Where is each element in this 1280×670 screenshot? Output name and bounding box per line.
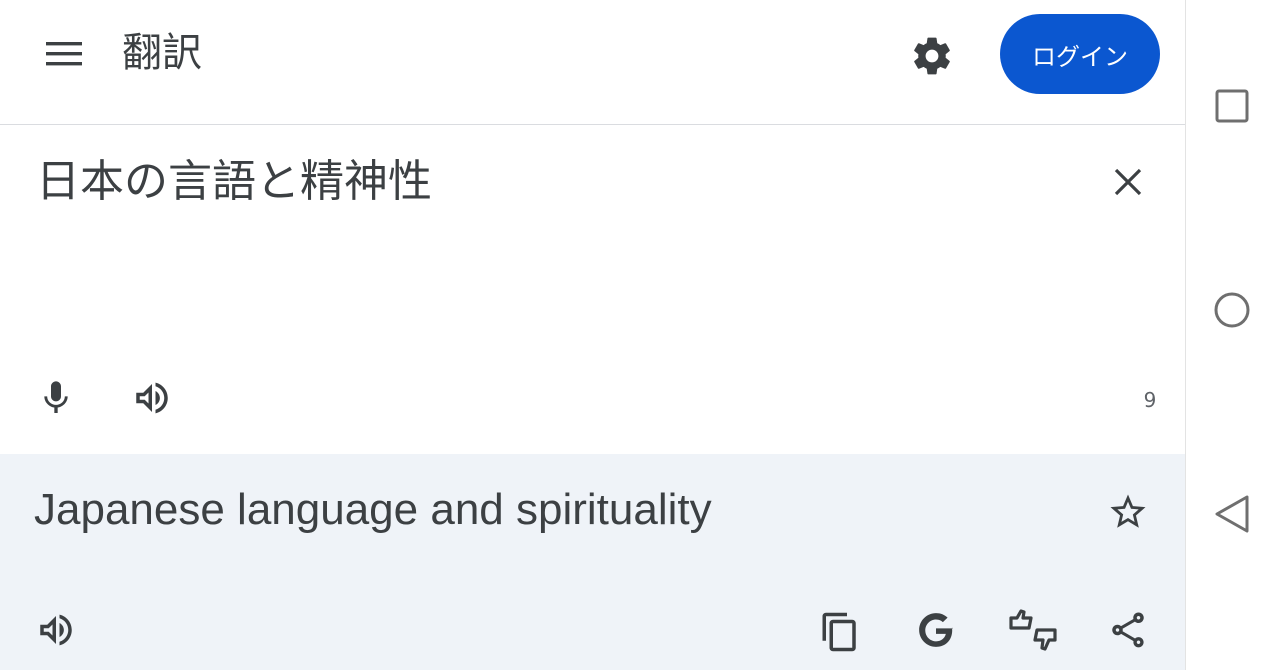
back-triangle-icon [1215, 495, 1249, 533]
page-title: 翻訳 [122, 30, 202, 76]
microphone-icon [44, 381, 68, 413]
result-listen-button[interactable] [32, 606, 80, 654]
star-icon [1110, 494, 1146, 528]
translation-text: Japanese language and spirituality [34, 485, 712, 534]
speaker-icon [40, 614, 72, 646]
settings-button[interactable] [906, 30, 958, 82]
google-icon [919, 613, 954, 647]
source-text-input[interactable]: 日本の言語と精神性 [36, 154, 432, 210]
circle-icon [1214, 292, 1250, 328]
microphone-button[interactable] [32, 374, 80, 422]
character-count: 9 [1143, 388, 1157, 412]
app-header: 翻訳 ログイン [0, 0, 1185, 125]
feedback-icon [1009, 609, 1057, 651]
menu-icon [46, 42, 82, 66]
copy-button[interactable] [814, 606, 866, 658]
home-button[interactable] [1208, 286, 1256, 334]
copy-icon [822, 612, 856, 652]
feedback-button[interactable] [1004, 604, 1062, 656]
share-icon [1112, 612, 1144, 648]
menu-button[interactable] [40, 34, 88, 74]
source-panel: 日本の言語と精神性 9 [0, 126, 1185, 454]
gear-icon [914, 37, 950, 75]
google-search-button[interactable] [910, 604, 962, 656]
system-navigation-bar [1185, 0, 1280, 670]
save-translation-button[interactable] [1104, 488, 1152, 536]
translate-app: 翻訳 ログイン 日本の言語と精神性 9 Japanese language an… [0, 0, 1185, 670]
login-button[interactable]: ログイン [1000, 14, 1160, 94]
source-listen-button[interactable] [128, 374, 176, 422]
back-button[interactable] [1208, 490, 1256, 538]
close-icon [1114, 168, 1142, 196]
share-button[interactable] [1104, 604, 1152, 656]
clear-button[interactable] [1104, 158, 1152, 206]
recents-button[interactable] [1208, 82, 1256, 130]
speaker-icon [136, 382, 168, 414]
square-icon [1215, 89, 1249, 123]
result-panel: Japanese language and spirituality [0, 454, 1185, 670]
